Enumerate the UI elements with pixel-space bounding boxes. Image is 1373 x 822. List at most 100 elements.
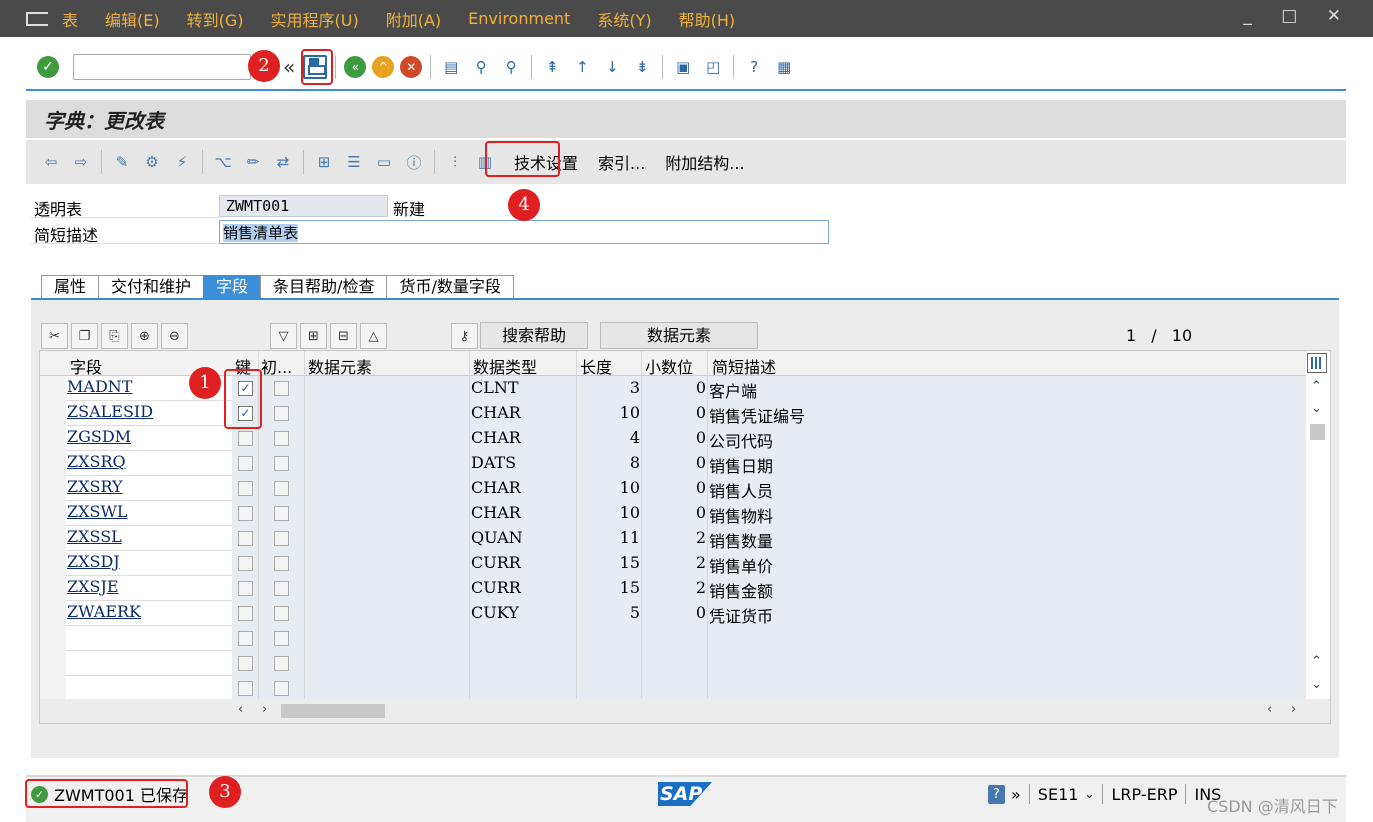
short-desc-cell[interactable]: 销售人员 (709, 478, 773, 502)
initial-checkbox[interactable] (274, 631, 289, 646)
data-type-cell[interactable]: CLNT (471, 378, 519, 397)
display-change-icon[interactable]: ✎ (110, 150, 134, 174)
contents-icon[interactable]: ▭ (372, 150, 396, 174)
paste-row-icon[interactable]: ⎘ (101, 323, 128, 349)
edit-object-icon[interactable]: ✏ (241, 150, 265, 174)
cut-row-icon[interactable]: ✂ (41, 323, 68, 349)
tab-entry-help-check[interactable]: 条目帮助/检查 (260, 275, 388, 298)
key-checkbox[interactable] (238, 556, 253, 571)
tab-attributes[interactable]: 属性 (41, 275, 100, 298)
key-checkbox[interactable] (238, 481, 253, 496)
data-type-cell[interactable]: CHAR (471, 503, 521, 522)
key-checkbox[interactable] (238, 656, 253, 671)
top-icon[interactable]: △ (360, 323, 387, 349)
key-checkbox[interactable] (238, 681, 253, 696)
decimals-cell[interactable]: 0 (643, 428, 706, 447)
initial-checkbox[interactable] (274, 581, 289, 596)
data-type-cell[interactable]: CUKY (471, 603, 519, 622)
field-name-cell[interactable]: ZSALESID (66, 401, 232, 426)
short-desc-cell[interactable]: 客户端 (709, 378, 757, 402)
table-row[interactable]: ZXSDJ CURR 15 2 销售单价 (40, 551, 1306, 576)
table-row[interactable]: ZXSJE CURR 15 2 销售金额 (40, 576, 1306, 601)
table-row[interactable]: ZXSRQ DATS 8 0 销售日期 (40, 451, 1306, 476)
key-checkbox[interactable] (238, 606, 253, 621)
col-field[interactable]: 字段 (70, 354, 102, 378)
next-page-icon[interactable]: ↓ (600, 55, 624, 79)
field-name-cell[interactable] (66, 676, 232, 701)
row-selector[interactable] (40, 376, 66, 401)
row-selector[interactable] (40, 526, 66, 551)
tab-delivery-maintenance[interactable]: 交付和维护 (98, 275, 205, 298)
find-next-icon[interactable]: ⚲ (499, 55, 523, 79)
field-name-cell[interactable]: ZXSWL (66, 501, 232, 526)
length-cell[interactable]: 10 (578, 478, 640, 497)
field-name-cell[interactable]: ZXSJE (66, 576, 232, 601)
decimals-cell[interactable]: 2 (643, 553, 706, 572)
menu-utilities[interactable]: 实用程序(U) (271, 7, 359, 31)
scroll-down-icon[interactable]: ⌄ (1311, 401, 1322, 416)
initial-checkbox[interactable] (274, 531, 289, 546)
initial-checkbox[interactable] (274, 681, 289, 696)
transaction-code[interactable]: SE11 (1038, 785, 1079, 804)
expand-status-icon[interactable]: » (1011, 785, 1021, 804)
row-selector[interactable] (40, 451, 66, 476)
collapse-command-icon[interactable]: « (283, 55, 295, 79)
horizontal-scrollbar[interactable]: ‹ › ‹ › (40, 699, 1330, 723)
table-row[interactable]: ZXSRY CHAR 10 0 销售人员 (40, 476, 1306, 501)
horizontal-scroll-thumb[interactable] (281, 704, 385, 718)
insert-row-icon[interactable]: ⊕ (131, 323, 158, 349)
cancel-icon[interactable]: ✕ (400, 56, 423, 78)
key-checkbox[interactable] (238, 581, 253, 596)
scroll-up-icon[interactable]: ⌃ (1311, 379, 1322, 394)
field-name-cell[interactable]: ZXSSL (66, 526, 232, 551)
filter-icon[interactable]: ▽ (270, 323, 297, 349)
key-checkbox[interactable] (238, 531, 253, 546)
menu-edit[interactable]: 编辑(E) (105, 7, 160, 31)
row-selector[interactable] (40, 551, 66, 576)
length-cell[interactable]: 5 (578, 603, 640, 622)
short-desc-cell[interactable]: 销售凭证编号 (709, 403, 805, 427)
initial-checkbox[interactable] (274, 506, 289, 521)
row-selector[interactable] (40, 426, 66, 451)
find-icon[interactable]: ⚲ (469, 55, 493, 79)
key-checkbox[interactable] (238, 456, 253, 471)
row-selector[interactable] (40, 401, 66, 426)
decimals-cell[interactable]: 0 (643, 603, 706, 622)
length-cell[interactable]: 10 (578, 503, 640, 522)
length-cell[interactable]: 15 (578, 578, 640, 597)
decimals-cell[interactable]: 0 (643, 453, 706, 472)
row-selector[interactable] (40, 476, 66, 501)
row-selector[interactable] (40, 501, 66, 526)
decimals-cell[interactable]: 0 (643, 403, 706, 422)
field-name-cell[interactable]: ZXSRY (66, 476, 232, 501)
row-selector[interactable] (40, 626, 66, 651)
length-cell[interactable]: 8 (578, 453, 640, 472)
activate-icon[interactable]: ⚡ (170, 150, 194, 174)
previous-page-icon[interactable]: ↑ (570, 55, 594, 79)
decimals-cell[interactable]: 0 (643, 478, 706, 497)
search-help-button[interactable]: 搜索帮助 (480, 322, 588, 349)
object-list-icon[interactable]: ⇄ (271, 150, 295, 174)
short-desc-cell[interactable]: 销售物料 (709, 503, 773, 527)
scroll-right-end-icon[interactable]: › (1291, 702, 1296, 717)
shortcut-icon[interactable]: ◰ (701, 55, 725, 79)
field-name-cell[interactable]: ZXSDJ (66, 551, 232, 576)
length-cell[interactable]: 10 (578, 403, 640, 422)
row-selector[interactable] (40, 601, 66, 626)
row-selector[interactable] (40, 651, 66, 676)
short-desc-cell[interactable]: 销售数量 (709, 528, 773, 552)
short-desc-input[interactable]: 销售清单表 (219, 220, 829, 244)
back-arrow-icon[interactable]: ⇦ (39, 150, 63, 174)
menu-table[interactable]: 表 (62, 7, 78, 31)
graphic-icon[interactable]: ⫶ (443, 150, 467, 174)
foreign-key-icon[interactable]: ⚷ (451, 323, 478, 349)
col-short-desc[interactable]: 简短描述 (712, 354, 776, 378)
data-type-cell[interactable]: QUAN (471, 528, 523, 547)
data-type-cell[interactable]: CHAR (471, 403, 521, 422)
row-selector[interactable] (40, 676, 66, 701)
menu-goto[interactable]: 转到(G) (187, 7, 244, 31)
key-checkbox[interactable] (238, 431, 253, 446)
collapse-include-icon[interactable]: ⊟ (330, 323, 357, 349)
short-desc-cell[interactable]: 销售金额 (709, 578, 773, 602)
length-cell[interactable]: 3 (578, 378, 640, 397)
